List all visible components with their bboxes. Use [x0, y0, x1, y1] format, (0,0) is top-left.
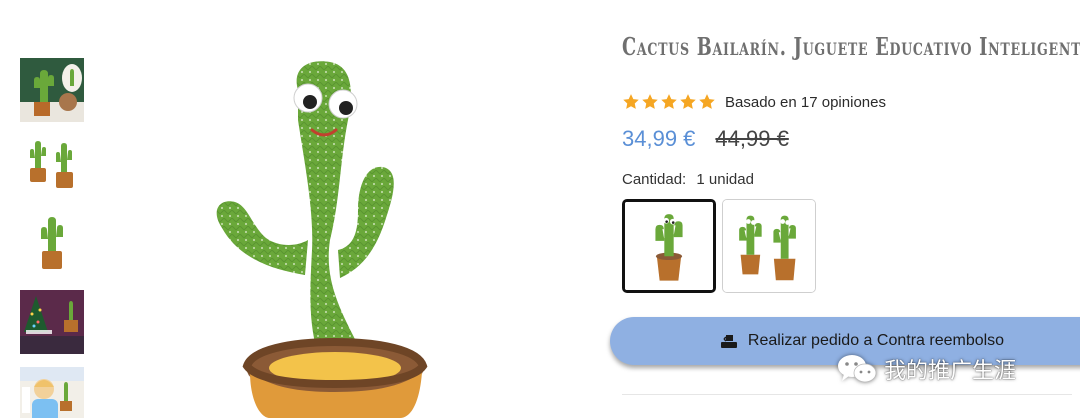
watermark: 我的推广生涯 [836, 352, 1016, 386]
order-button-label: Realizar pedido a Contra reembolso [747, 332, 1005, 349]
variant-two-cacti-image [723, 200, 815, 292]
star-icon [623, 94, 639, 109]
thumb-single-cactus-image [20, 213, 84, 277]
variant-one-cactus-image [625, 202, 713, 290]
quantity-variants [622, 199, 816, 293]
thumbnail-4[interactable] [20, 290, 84, 354]
star-icon [642, 94, 658, 109]
product-title: Cactus Bailarín. Juguete Educativo Intel… [622, 32, 1080, 61]
product-page: Cactus Bailarín. Juguete Educativo Intel… [0, 0, 1080, 418]
wechat-icon [838, 355, 877, 383]
sale-price: 34,99 € [622, 126, 696, 151]
original-price: 44,99 € [715, 126, 789, 151]
quantity-selector-label: Cantidad: 1 unidad [622, 171, 760, 188]
product-info: Cactus Bailarín. Juguete Educativo Intel… [610, 30, 1080, 395]
star-icon [661, 94, 677, 109]
thumb-kids-image [20, 367, 84, 418]
thumb-two-cacti-image [20, 136, 84, 200]
watermark-text: 我的推广生涯 [884, 358, 1017, 383]
thumbnail-5[interactable] [20, 367, 84, 418]
quantity-value: 1 unidad [696, 171, 754, 188]
quantity-label: Cantidad: [622, 171, 687, 188]
star-icon [680, 94, 696, 109]
thumb-christmas-image [20, 290, 84, 354]
cash-on-delivery-icon [720, 335, 737, 348]
variant-one-cactus[interactable] [622, 199, 716, 293]
thumb-lifestyle-image [20, 58, 84, 122]
main-product-image[interactable] [180, 50, 480, 418]
thumbnail-3[interactable] [20, 213, 84, 277]
rating-stars [622, 93, 716, 111]
thumbnail-2[interactable] [20, 136, 84, 200]
dancing-cactus-illustration [216, 61, 428, 418]
star-icon [699, 94, 715, 109]
price-block: 34,99 € 44,99 € [622, 126, 789, 152]
divider [622, 394, 1072, 395]
product-rating[interactable]: Basado en 17 opiniones [622, 93, 886, 111]
review-count-text[interactable]: Basado en 17 opiniones [725, 94, 886, 111]
variant-two-cacti[interactable] [722, 199, 816, 293]
thumbnail-1[interactable] [20, 58, 84, 122]
